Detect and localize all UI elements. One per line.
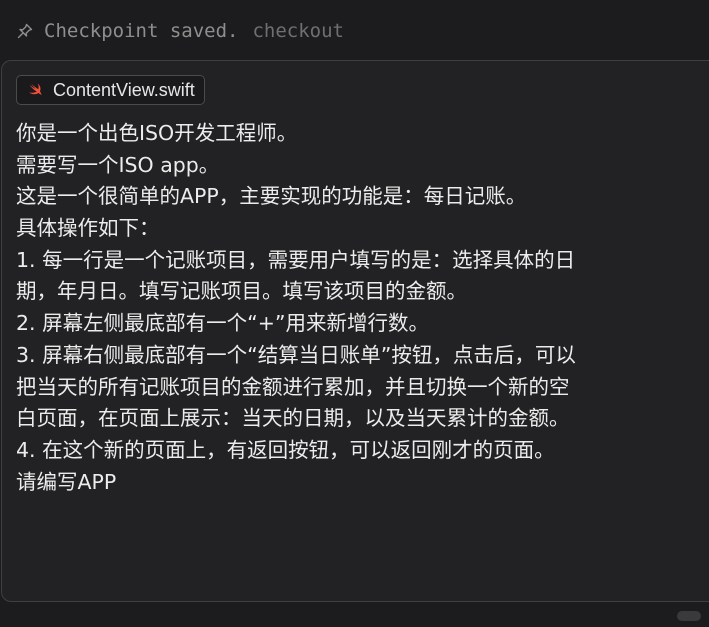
swift-icon — [26, 81, 44, 99]
watermark-badge — [677, 611, 701, 621]
prompt-line: 4. 在这个新的页面上，有返回按钮，可以返回刚才的页面。 — [16, 437, 555, 462]
prompt-line: 期，年月日。填写记账项目。填写该项目的金额。 — [16, 279, 467, 304]
prompt-text: 你是一个出色ISO开发工程师。 需要写一个ISO app。 这是一个很简单的AP… — [16, 118, 709, 498]
checkpoint-bar: Checkpoint saved. checkout — [16, 18, 344, 44]
file-chip-name: ContentView.swift — [53, 79, 195, 100]
prompt-line: 1. 每一行是一个记账项目，需要用户填写的是：选择具体的日 — [16, 247, 576, 272]
prompt-line: 请编写APP — [16, 469, 117, 494]
prompt-line: 你是一个出色ISO开发工程师。 — [16, 121, 298, 145]
prompt-line: 白页面，在页面上展示：当天的日期，以及当天累计的金额。 — [16, 406, 570, 431]
file-chip-contentview[interactable]: ContentView.swift — [16, 75, 205, 105]
checkout-link[interactable]: checkout — [252, 20, 344, 42]
prompt-line: 这是一个很简单的APP，主要实现的功能是：每日记账。 — [16, 184, 527, 209]
prompt-line: 需要写一个ISO app。 — [16, 152, 220, 177]
message-panel: ContentView.swift 你是一个出色ISO开发工程师。 需要写一个I… — [1, 60, 709, 602]
checkpoint-status-text: Checkpoint saved. — [44, 20, 239, 42]
prompt-line: 把当天的所有记账项目的金额进行累加，并且切换一个新的空 — [16, 374, 570, 399]
prompt-line: 2. 屏幕左侧最底部有一个“+”用来新增行数。 — [16, 311, 429, 336]
prompt-line: 3. 屏幕右侧最底部有一个“结算当日账单”按钮，点击后，可以 — [16, 342, 576, 367]
prompt-line: 具体操作如下： — [16, 216, 160, 241]
pin-icon — [16, 22, 34, 40]
